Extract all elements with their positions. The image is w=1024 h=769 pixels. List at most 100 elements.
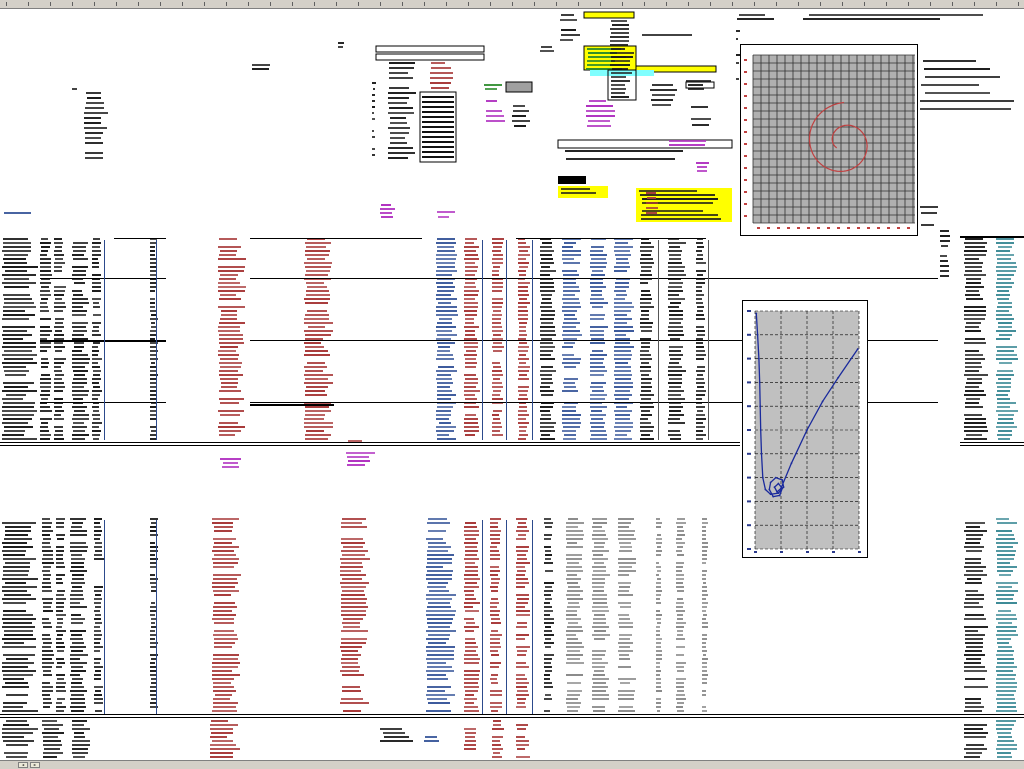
column-divider [104, 520, 105, 714]
data-column [516, 518, 530, 708]
data-column [540, 238, 556, 440]
green-cells [484, 84, 502, 90]
column-divider [658, 240, 659, 440]
data-column [212, 518, 241, 712]
data-column [996, 238, 1018, 440]
data-point [772, 495, 775, 498]
y-tick [747, 524, 751, 527]
cell-column [964, 724, 988, 758]
x-tick [897, 227, 900, 229]
data-column [70, 518, 88, 712]
y-tick [747, 310, 751, 312]
data-point [821, 400, 824, 403]
data-point [773, 486, 776, 489]
cell-column [4, 212, 31, 214]
data-column [304, 238, 333, 440]
data-point [769, 481, 772, 484]
y-tick [744, 155, 747, 157]
cell-column [492, 720, 504, 758]
row-divider [40, 402, 166, 403]
center-table-cells [388, 62, 416, 159]
y-tick [744, 95, 747, 97]
data-point [780, 487, 782, 490]
trajectory-chart[interactable] [742, 300, 868, 558]
y-tick [744, 143, 747, 145]
data-column [702, 518, 708, 712]
row-divider [960, 445, 1024, 446]
y-tick [747, 500, 751, 503]
y-tick [744, 167, 747, 169]
cell-column [560, 14, 580, 41]
x-tick [780, 551, 783, 553]
data-point [761, 476, 764, 479]
y-tick [744, 59, 747, 61]
row-divider [0, 442, 740, 443]
data-column [54, 238, 66, 440]
data-column [656, 518, 662, 712]
header-box [375, 53, 485, 61]
left-table-cells [84, 92, 108, 159]
y-tick [747, 476, 751, 479]
row-divider [516, 238, 706, 239]
scroll-right-button[interactable]: ► [30, 762, 40, 768]
black-cell [558, 176, 586, 184]
data-column [592, 518, 610, 712]
row-divider [40, 278, 166, 279]
data-column [464, 522, 480, 712]
data-column [566, 518, 584, 712]
cell-column [737, 14, 774, 20]
x-tick [757, 227, 760, 229]
data-point [781, 479, 784, 481]
y-tick [744, 119, 747, 121]
x-tick [857, 227, 860, 229]
column-divider [482, 520, 483, 714]
row-divider [960, 236, 1024, 238]
trajectory-plot [747, 310, 861, 553]
data-point [856, 348, 859, 350]
x-tick [806, 551, 809, 553]
cell-column [996, 720, 1017, 758]
cell-column [540, 46, 554, 52]
data-column [544, 518, 554, 712]
row-divider [0, 717, 1024, 718]
x-tick [754, 551, 757, 553]
scroll-left-button[interactable]: ◄ [18, 762, 28, 768]
header-box [375, 45, 485, 53]
data-column [614, 238, 634, 440]
data-column [964, 522, 988, 712]
data-column [676, 518, 686, 712]
x-tick [867, 227, 870, 229]
magenta-cells [669, 140, 706, 146]
cell-column [2, 720, 38, 758]
cell-column [650, 84, 677, 106]
column-divider [532, 520, 533, 714]
magenta-cells [696, 162, 709, 172]
data-point [756, 333, 759, 336]
x-tick [797, 227, 800, 229]
row-divider [422, 96, 454, 98]
column-divider [506, 520, 507, 714]
magenta-cells [486, 100, 505, 122]
spiral-grid-chart[interactable] [740, 44, 918, 236]
row-divider [0, 714, 1024, 715]
y-tick [747, 405, 751, 408]
x-tick [832, 551, 835, 553]
data-point [760, 452, 763, 455]
row-divider [0, 445, 740, 446]
red-cells [430, 62, 453, 89]
row-divider [422, 141, 454, 143]
data-column [590, 238, 608, 440]
data-column [218, 238, 246, 436]
cell-column [920, 60, 1014, 110]
data-column [492, 238, 504, 436]
x-tick [837, 227, 840, 229]
data-point [755, 312, 758, 315]
magenta-cells [586, 100, 615, 127]
x-tick [777, 227, 780, 229]
data-column [640, 238, 654, 440]
y-tick [747, 452, 751, 455]
y-tick [747, 429, 751, 431]
data-column [518, 238, 530, 440]
header-cells [252, 64, 270, 70]
row-divider [422, 151, 454, 153]
